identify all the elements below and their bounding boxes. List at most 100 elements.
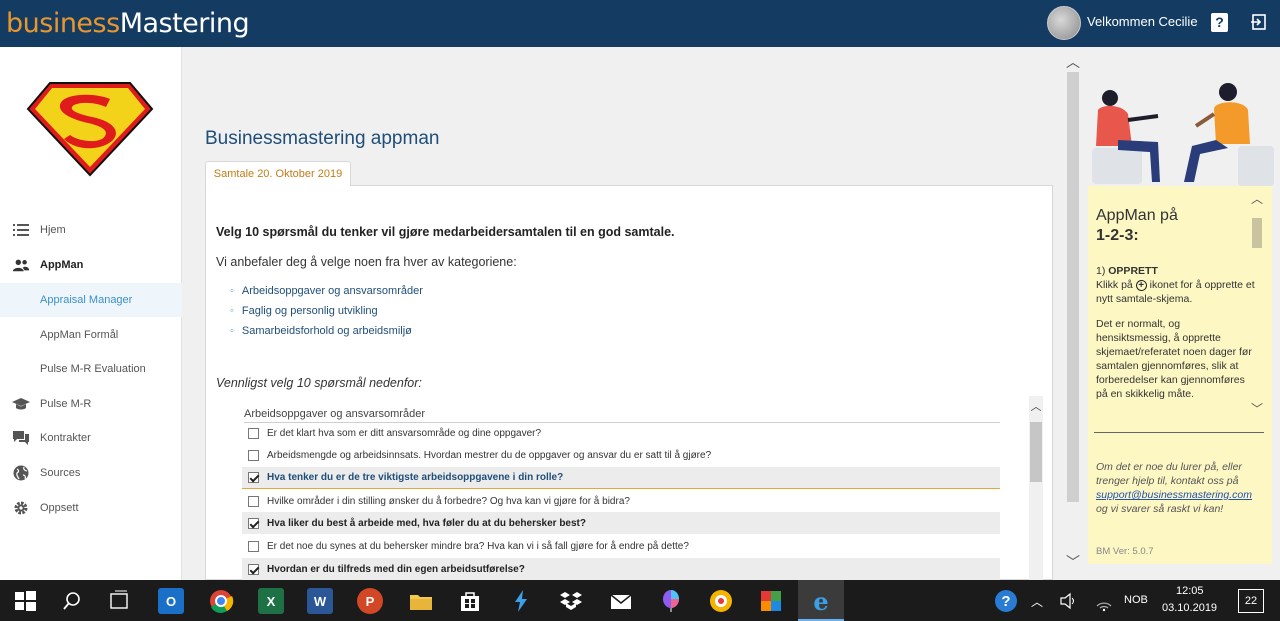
help-scrollbar[interactable]: ︿ ﹀ bbox=[1250, 186, 1264, 426]
language-indicator[interactable]: NOB bbox=[1124, 594, 1148, 606]
scrollbar-thumb[interactable] bbox=[1252, 218, 1262, 248]
dropbox-icon[interactable] bbox=[558, 588, 584, 614]
clock-time[interactable]: 12:05 bbox=[1176, 585, 1204, 597]
help-contact: Om det er noe du lurer på, eller trenger… bbox=[1096, 460, 1266, 516]
category-link[interactable]: ◦ Faglig og personlig utvikling bbox=[230, 305, 378, 317]
support-email-link[interactable]: support@businessmastering.com bbox=[1096, 489, 1252, 501]
browser-app-icon[interactable] bbox=[708, 588, 734, 614]
help-panel: AppMan på 1-2-3: 1) OPPRETT Klikk på + ik… bbox=[1088, 186, 1272, 564]
search-icon[interactable] bbox=[59, 588, 85, 614]
word-icon[interactable]: W bbox=[307, 588, 333, 614]
clock-date[interactable]: 03.10.2019 bbox=[1162, 602, 1217, 614]
divider bbox=[1094, 432, 1264, 433]
help-body: 1) OPPRETT Klikk på + ikonet for å oppre… bbox=[1096, 264, 1256, 424]
category-label: Faglig og personlig utvikling bbox=[241, 305, 378, 317]
page-scrollbar[interactable]: ︿ ﹀ bbox=[1064, 52, 1082, 577]
top-header: businessMastering Velkommen Cecilie ? bbox=[0, 0, 1280, 47]
sidebar-item-pulse-evaluation[interactable]: Pulse M-R Evaluation bbox=[0, 352, 182, 386]
sidebar-item-sources[interactable]: Sources bbox=[0, 456, 182, 490]
bullet-icon: ◦ bbox=[230, 285, 234, 297]
help-tray-icon[interactable]: ? bbox=[995, 590, 1017, 612]
welcome-text: Velkommen Cecilie bbox=[1087, 14, 1198, 29]
bullet-icon: ◦ bbox=[230, 325, 234, 337]
main-panel: Velg 10 spørsmål du tenker vil gjøre med… bbox=[205, 185, 1053, 581]
colorful-app-icon[interactable] bbox=[758, 588, 784, 614]
sidebar-item-label: Hjem bbox=[40, 224, 66, 236]
question-text: Arbeidsmengde og arbeidsinnsats. Hvordan… bbox=[267, 449, 712, 461]
user-avatar[interactable] bbox=[1047, 6, 1081, 40]
question-row[interactable]: Arbeidsmengde og arbeidsinnsats. Hvordan… bbox=[242, 444, 1000, 466]
question-row[interactable]: Hvilke områder i din stilling ønsker du … bbox=[242, 490, 1000, 512]
question-checkbox[interactable] bbox=[248, 563, 259, 575]
sidebar-item-hjem[interactable]: Hjem bbox=[0, 213, 182, 247]
question-text: Er det klart hva som er ditt ansvarsområ… bbox=[267, 427, 542, 439]
task-view-icon[interactable] bbox=[106, 588, 132, 614]
question-checkbox[interactable] bbox=[248, 472, 259, 483]
question-checkbox[interactable] bbox=[248, 517, 259, 529]
step-text-a: Klikk på bbox=[1096, 279, 1133, 291]
help-icon[interactable]: ? bbox=[1211, 13, 1228, 32]
superman-logo bbox=[26, 82, 154, 177]
question-checkbox[interactable] bbox=[248, 449, 259, 461]
question-row[interactable]: Er det noe du synes at du behersker mind… bbox=[242, 535, 1000, 557]
app-lightning-icon[interactable] bbox=[508, 588, 534, 614]
questions-scrollbar[interactable]: ︿ bbox=[1029, 396, 1043, 581]
sidebar-item-label: Appraisal Manager bbox=[40, 294, 133, 306]
sidebar-item-label: Oppsett bbox=[40, 502, 79, 514]
businessmastering-logo[interactable]: businessMastering bbox=[6, 8, 250, 39]
question-row[interactable]: Hva liker du best å arbeide med, hva føl… bbox=[242, 512, 1000, 534]
sidebar-item-label: Pulse M-R bbox=[40, 398, 92, 410]
excel-icon[interactable]: X bbox=[258, 588, 284, 614]
category-link[interactable]: ◦ Arbeidsoppgaver og ansvarsområder bbox=[230, 285, 423, 297]
category-link[interactable]: ◦ Samarbeidsforhold og arbeidsmiljø bbox=[230, 325, 412, 337]
question-row[interactable]: Hva tenker du er de tre viktigste arbeid… bbox=[242, 467, 1000, 489]
contact-text-b: og vi svarer så raskt vi kan! bbox=[1096, 503, 1224, 515]
select-instruction: Vennligst velg 10 spørsmål nedenfor: bbox=[216, 376, 422, 390]
sidebar-item-kontrakter[interactable]: Kontrakter bbox=[0, 421, 182, 455]
tab-samtale[interactable]: Samtale 20. Oktober 2019 bbox=[205, 161, 351, 186]
help-paragraph: Det er normalt, og hensiktsmessig, å opp… bbox=[1096, 318, 1252, 400]
sidebar-item-label: AppMan bbox=[40, 259, 84, 271]
powerpoint-icon[interactable]: P bbox=[357, 588, 383, 614]
sidebar-item-appman-formal[interactable]: AppMan Formål bbox=[0, 318, 182, 352]
chevron-up-icon[interactable]: ︿ bbox=[1250, 190, 1264, 207]
scrollbar-thumb[interactable] bbox=[1030, 422, 1042, 482]
sidebar-item-oppsett[interactable]: Oppsett bbox=[0, 491, 182, 525]
mail-icon[interactable] bbox=[608, 588, 634, 614]
list-icon bbox=[12, 221, 30, 239]
chevron-up-icon[interactable]: ︿ bbox=[1064, 52, 1082, 72]
wifi-icon[interactable] bbox=[1094, 588, 1114, 614]
step-number: 1) bbox=[1096, 265, 1106, 277]
chrome-icon[interactable] bbox=[208, 588, 234, 614]
instruction-subheading: Vi anbefaler deg å velge noen fra hver a… bbox=[216, 255, 517, 269]
question-checkbox[interactable] bbox=[248, 495, 259, 507]
sidebar-item-label: Sources bbox=[40, 467, 81, 479]
conversation-illustration bbox=[1092, 83, 1274, 186]
people-icon bbox=[12, 256, 30, 274]
windows-start-icon[interactable] bbox=[12, 588, 38, 614]
question-checkbox[interactable] bbox=[248, 540, 259, 552]
outlook-icon[interactable]: O bbox=[158, 588, 184, 614]
volume-icon[interactable] bbox=[1058, 588, 1078, 614]
sidebar-item-appman[interactable]: AppMan bbox=[0, 248, 182, 282]
chevron-up-icon[interactable]: ︿ bbox=[1031, 593, 1043, 610]
question-text: Hva liker du best å arbeide med, hva føl… bbox=[267, 517, 586, 529]
question-row[interactable]: Er det klart hva som er ditt ansvarsområ… bbox=[242, 422, 1000, 444]
sidebar-item-appraisal-manager[interactable]: Appraisal Manager bbox=[0, 283, 182, 317]
chevron-down-icon[interactable]: ﹀ bbox=[1064, 552, 1082, 572]
chevron-down-icon[interactable]: ﹀ bbox=[1250, 400, 1264, 417]
question-row[interactable]: Hvordan er du tilfreds med din egen arbe… bbox=[242, 558, 1000, 580]
logout-icon[interactable] bbox=[1250, 13, 1268, 31]
notifications-icon[interactable]: 22 bbox=[1238, 589, 1264, 613]
scrollbar-thumb[interactable] bbox=[1067, 72, 1079, 502]
sidebar-item-label: Pulse M-R Evaluation bbox=[40, 363, 146, 375]
store-icon[interactable] bbox=[457, 588, 483, 614]
internet-explorer-icon[interactable]: e bbox=[808, 587, 834, 616]
question-checkbox[interactable] bbox=[248, 427, 259, 439]
sidebar-item-pulse-mr[interactable]: Pulse M-R bbox=[0, 387, 182, 421]
balloon-app-icon[interactable] bbox=[658, 588, 684, 614]
sidebar-item-label: Kontrakter bbox=[40, 432, 91, 444]
notification-count: 22 bbox=[1244, 595, 1258, 607]
file-explorer-icon[interactable] bbox=[408, 588, 434, 614]
chevron-up-icon[interactable]: ︿ bbox=[1030, 398, 1042, 414]
